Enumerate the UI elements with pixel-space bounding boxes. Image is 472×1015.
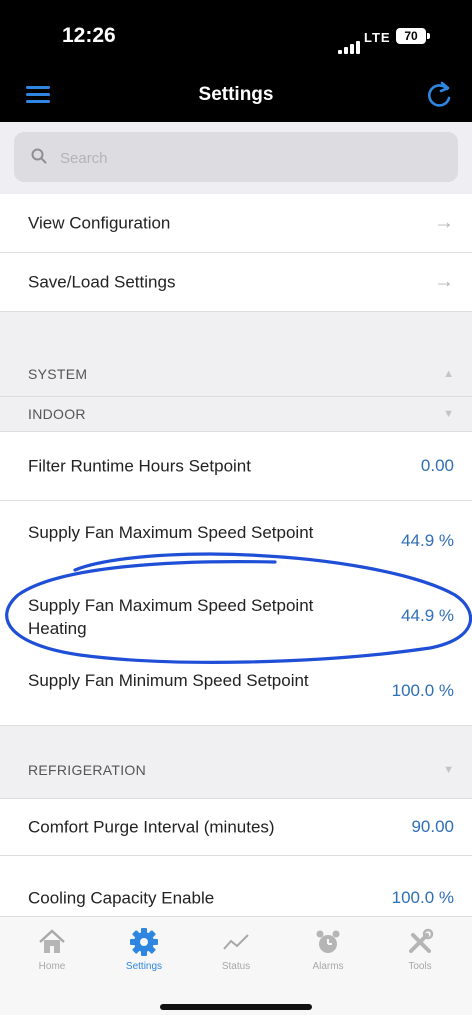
refresh-icon[interactable] — [422, 78, 458, 114]
home-icon — [39, 929, 65, 953]
chevron-down-icon: ▼ — [443, 408, 454, 420]
network-type: LTE — [364, 30, 391, 45]
setting-value[interactable]: 90.00 — [411, 817, 454, 837]
section-header-refrigeration[interactable]: REFRIGERATION ▼ — [0, 726, 472, 799]
tab-tools[interactable]: Tools — [380, 927, 460, 972]
signal-strength-icon — [338, 40, 360, 54]
arrow-right-icon: → — [434, 211, 454, 234]
status-time: 12:26 — [62, 24, 116, 47]
setting-value[interactable]: 44.9 % — [401, 531, 454, 551]
setting-value[interactable]: 100.0 % — [392, 681, 454, 701]
alarm-clock-icon — [316, 930, 340, 953]
arrow-right-icon: → — [434, 270, 454, 293]
setting-label: Comfort Purge Interval (minutes) — [28, 817, 275, 837]
chevron-up-icon: ▲ — [443, 368, 454, 380]
tools-icon — [409, 928, 434, 953]
tab-alarms[interactable]: Alarms — [288, 927, 368, 972]
status-graph-icon — [223, 934, 249, 950]
tab-label: Home — [38, 961, 66, 972]
section-header-system[interactable]: SYSTEM ▲ — [0, 312, 472, 397]
setting-value[interactable]: 100.0 % — [392, 888, 454, 908]
section-label: SYSTEM — [28, 366, 88, 382]
save-load-settings-row[interactable]: Save/Load Settings → — [0, 253, 472, 312]
section-label: REFRIGERATION — [28, 762, 146, 778]
setting-value[interactable]: 0.00 — [421, 456, 454, 476]
home-indicator — [160, 1004, 312, 1010]
setting-label: Cooling Capacity Enable — [28, 888, 215, 908]
search-icon — [31, 148, 47, 164]
setting-value[interactable]: 44.9 % — [401, 606, 454, 626]
page-title: Settings — [198, 84, 274, 105]
setting-row-supply-fan-max-heating[interactable]: Supply Fan Maximum Speed Setpoint Heatin… — [0, 582, 472, 662]
setting-label: Supply Fan Maximum Speed Setpoint Heatin… — [28, 596, 314, 638]
search-box[interactable] — [14, 132, 458, 182]
chevron-down-icon: ▼ — [443, 764, 454, 776]
setting-row-supply-fan-max[interactable]: Supply Fan Maximum Speed Setpoint 44.9 % — [0, 501, 472, 581]
row-label: View Configuration — [28, 213, 171, 233]
tab-label: Settings — [125, 961, 163, 972]
search-bar-container — [0, 122, 472, 194]
setting-label: Supply Fan Minimum Speed Setpoint — [28, 671, 309, 690]
navigation-bar: Settings — [0, 70, 472, 122]
tab-home[interactable]: Home — [12, 927, 92, 972]
tab-status[interactable]: Status — [196, 927, 276, 972]
tab-settings[interactable]: Settings — [104, 927, 184, 972]
setting-row-cooling-capacity[interactable]: Cooling Capacity Enable 100.0 % — [0, 856, 472, 916]
tab-label: Tools — [408, 961, 432, 972]
search-input[interactable] — [58, 142, 442, 174]
setting-label: Filter Runtime Hours Setpoint — [28, 456, 251, 476]
section-label: INDOOR — [28, 406, 86, 422]
tab-bar: Home Settings Status Alarms Tools — [0, 916, 472, 1015]
setting-row-supply-fan-min[interactable]: Supply Fan Minimum Speed Setpoint 100.0 … — [0, 663, 472, 726]
setting-row-comfort-purge[interactable]: Comfort Purge Interval (minutes) 90.00 — [0, 799, 472, 856]
row-label: Save/Load Settings — [28, 272, 176, 292]
view-configuration-row[interactable]: View Configuration → — [0, 194, 472, 253]
tab-label: Status — [221, 961, 251, 972]
gear-icon — [130, 928, 158, 956]
setting-row-filter-runtime[interactable]: Filter Runtime Hours Setpoint 0.00 — [0, 432, 472, 501]
tab-label: Alarms — [312, 961, 344, 972]
status-bar: 12:26 LTE 70 — [0, 0, 472, 70]
setting-label: Supply Fan Maximum Speed Setpoint — [28, 523, 314, 542]
battery-icon: 70 — [396, 28, 430, 44]
section-header-indoor[interactable]: INDOOR ▼ — [0, 397, 472, 432]
